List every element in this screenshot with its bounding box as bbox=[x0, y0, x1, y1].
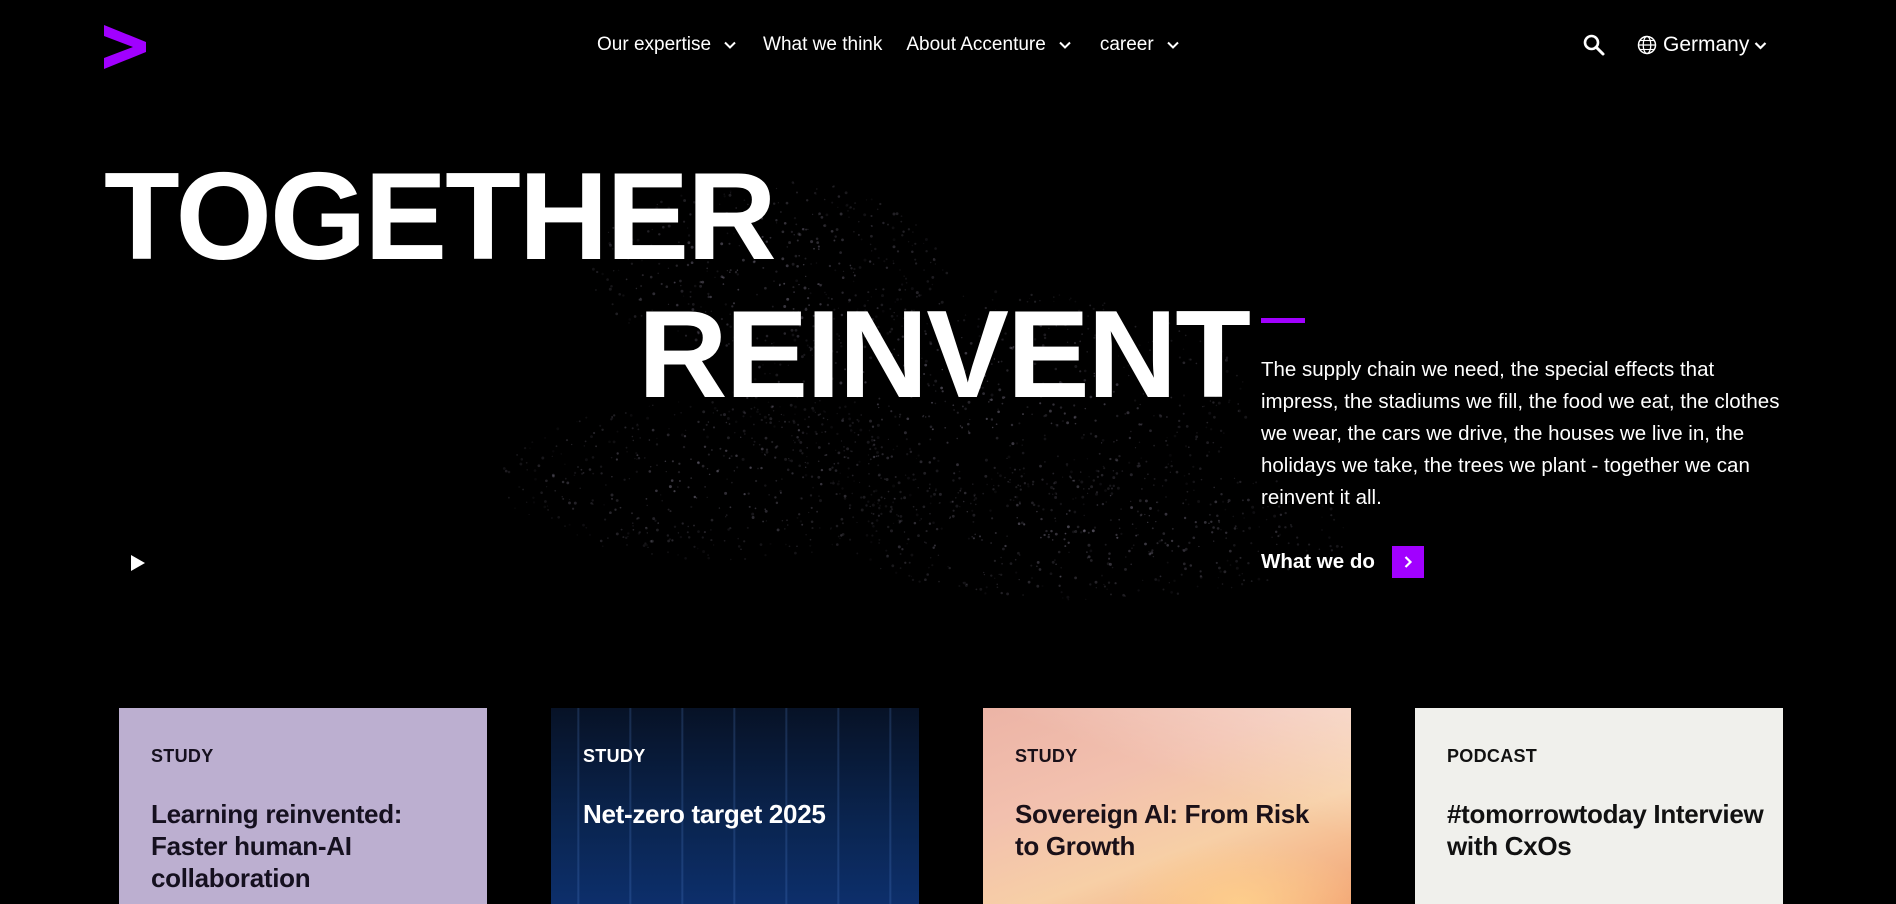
accent-divider bbox=[1261, 318, 1305, 323]
hero-headline-line-2: REINVENT bbox=[638, 286, 1251, 424]
cta-label: What we do bbox=[1261, 550, 1375, 573]
card-type-label: PODCAST bbox=[1447, 746, 1538, 766]
what-we-do-link[interactable]: What we do bbox=[1261, 546, 1424, 578]
featured-cards: STUDY Learning reinvented: Faster human-… bbox=[119, 708, 1783, 904]
nav-item-about-accenture[interactable]: About Accenture bbox=[906, 34, 1071, 56]
site-header: Our expertise What we think About Accent… bbox=[0, 0, 1896, 90]
search-icon[interactable] bbox=[1582, 33, 1606, 57]
chevron-down-icon bbox=[724, 41, 736, 49]
card-learning-reinvented[interactable]: STUDY Learning reinvented: Faster human-… bbox=[119, 708, 487, 904]
card-title: #tomorrowtoday Interview with CxOs bbox=[1447, 799, 1764, 861]
accenture-logo-icon[interactable] bbox=[104, 25, 146, 69]
nav-item-label: About Accenture bbox=[906, 34, 1046, 55]
card-type-label: STUDY bbox=[1015, 746, 1078, 766]
card-title: Sovereign AI: From Risk to Growth bbox=[1015, 799, 1310, 861]
card-tomorrowtoday-podcast[interactable]: PODCAST #tomorrowtoday Interview with Cx… bbox=[1415, 708, 1783, 904]
card-type-label: STUDY bbox=[151, 746, 214, 766]
chevron-down-icon bbox=[1059, 41, 1071, 49]
hero-headline-line-1: TOGETHER bbox=[104, 148, 777, 286]
nav-item-label: career bbox=[1099, 34, 1154, 55]
nav-item-our-expertise[interactable]: Our expertise bbox=[597, 34, 737, 56]
card-title: Learning reinvented: Faster human-AI col… bbox=[151, 799, 403, 893]
locale-selector[interactable]: Germany bbox=[1637, 30, 1768, 60]
nav-item-what-we-think[interactable]: What we think bbox=[763, 34, 882, 56]
nav-item-label: Our expertise bbox=[597, 34, 712, 55]
main-navigation: Our expertise What we think About Accent… bbox=[597, 30, 1180, 60]
page: Our expertise What we think About Accent… bbox=[0, 0, 1896, 904]
card-net-zero-target[interactable]: STUDY Net-zero target 2025 bbox=[551, 708, 919, 904]
nav-item-label: What we think bbox=[763, 34, 883, 55]
nav-item-career[interactable]: career bbox=[1100, 34, 1180, 56]
card-title: Net-zero target 2025 bbox=[583, 799, 826, 829]
locale-label: Germany bbox=[1663, 33, 1750, 56]
globe-icon bbox=[1637, 35, 1657, 55]
chevron-right-icon bbox=[1391, 546, 1424, 578]
chevron-down-icon bbox=[1166, 41, 1179, 49]
card-sovereign-ai[interactable]: STUDY Sovereign AI: From Risk to Growth bbox=[983, 708, 1351, 904]
play-icon[interactable] bbox=[126, 552, 148, 574]
chevron-down-icon bbox=[1755, 41, 1767, 50]
card-type-label: STUDY bbox=[583, 746, 646, 766]
hero-description: The supply chain we need, the special ef… bbox=[1261, 358, 1780, 509]
